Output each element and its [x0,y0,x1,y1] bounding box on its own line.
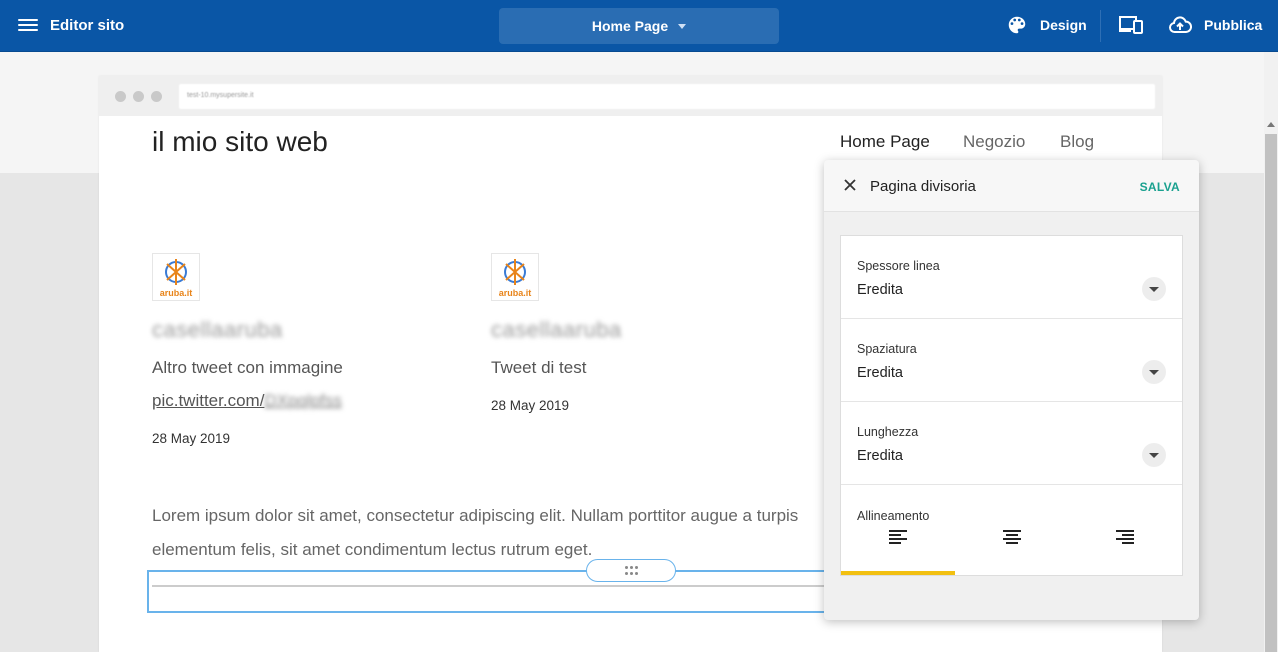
app-title: Editor sito [50,17,125,34]
drag-handle-icon[interactable] [586,559,676,582]
panel-properties-card: Spessore linea Eredita Spaziatura Eredit… [840,235,1183,576]
window-dot [115,91,126,102]
page-scrollbar[interactable] [1264,52,1278,652]
align-center-icon [1003,530,1021,544]
prop-spacing: Spaziatura Eredita [841,319,1182,402]
cloud-upload-icon [1169,16,1192,33]
caret-down-icon [678,24,687,29]
align-right-button[interactable] [1068,527,1182,575]
align-center-button[interactable] [955,527,1069,575]
prop-value[interactable]: Eredita [857,448,903,464]
aruba-logo: aruba.it [152,253,200,301]
prop-alignment: Allineamento [841,485,1182,576]
prop-length: Lunghezza Eredita [841,402,1182,485]
tweet-text: Tweet di test [491,358,587,377]
prop-label: Spaziatura [857,342,917,356]
prop-value[interactable]: Eredita [857,365,903,381]
nav-item-blog[interactable]: Blog [1060,132,1094,152]
panel-header: Pagina divisoria SALVA [824,160,1199,212]
prop-line-thickness: Spessore linea Eredita [841,236,1182,319]
align-right-icon [1116,530,1134,544]
tweet-text: Altro tweet con immagine [152,358,343,377]
prop-value[interactable]: Eredita [857,282,903,298]
align-left-icon [889,530,907,544]
window-dot [133,91,144,102]
align-left-button[interactable] [841,527,955,575]
url-bar: test-10.mysupersite.it [179,84,1155,109]
scroll-thumb[interactable] [1265,134,1277,652]
dropdown-arrow-icon[interactable] [1142,277,1166,301]
prop-label: Allineamento [857,509,930,523]
browser-bar: test-10.mysupersite.it [99,76,1162,116]
tweet-user: casellaaruba [491,317,622,342]
site-title[interactable]: il mio sito web [152,126,328,158]
panel-title: Pagina divisoria [870,178,976,195]
prop-label: Lunghezza [857,425,919,439]
tweet-link[interactable]: pic.twitter.com/DXpqlpfss [152,391,342,411]
nav-item-home[interactable]: Home Page [840,132,930,152]
page-selector[interactable]: Home Page [499,8,779,44]
page-selector-label: Home Page [591,18,669,34]
menu-icon[interactable] [18,16,38,36]
window-dot [151,91,162,102]
publish-button[interactable]: Pubblica [1168,14,1262,36]
prop-label: Spessore linea [857,259,940,273]
device-preview-button[interactable] [1118,14,1156,36]
divider-settings-panel: Pagina divisoria SALVA Spessore linea Er… [824,160,1199,620]
design-button[interactable]: Design [1006,14,1087,36]
editor-topbar: Editor sito Home Page Design Pubblica [0,0,1278,52]
devices-icon [1119,16,1143,34]
svg-text:aruba.it: aruba.it [160,288,193,298]
close-icon[interactable] [843,178,857,192]
dropdown-arrow-icon[interactable] [1142,360,1166,384]
scroll-up-icon[interactable] [1267,122,1275,127]
tweet-date: 28 May 2019 [491,398,570,413]
dropdown-arrow-icon[interactable] [1142,443,1166,467]
aruba-logo: aruba.it [491,253,539,301]
svg-text:aruba.it: aruba.it [499,288,532,298]
design-label: Design [1040,17,1087,33]
nav-item-shop[interactable]: Negozio [963,132,1025,152]
save-button[interactable]: SALVA [1140,180,1180,194]
paragraph-text[interactable]: Lorem ipsum dolor sit amet, consectetur … [152,499,832,567]
divider-selection[interactable] [147,570,837,613]
divider-line [152,585,827,587]
publish-label: Pubblica [1204,17,1263,33]
tweet-date: 28 May 2019 [152,431,231,446]
tweet-user: casellaaruba [152,317,283,342]
palette-icon [1008,16,1026,34]
toolbar-separator [1100,10,1101,42]
